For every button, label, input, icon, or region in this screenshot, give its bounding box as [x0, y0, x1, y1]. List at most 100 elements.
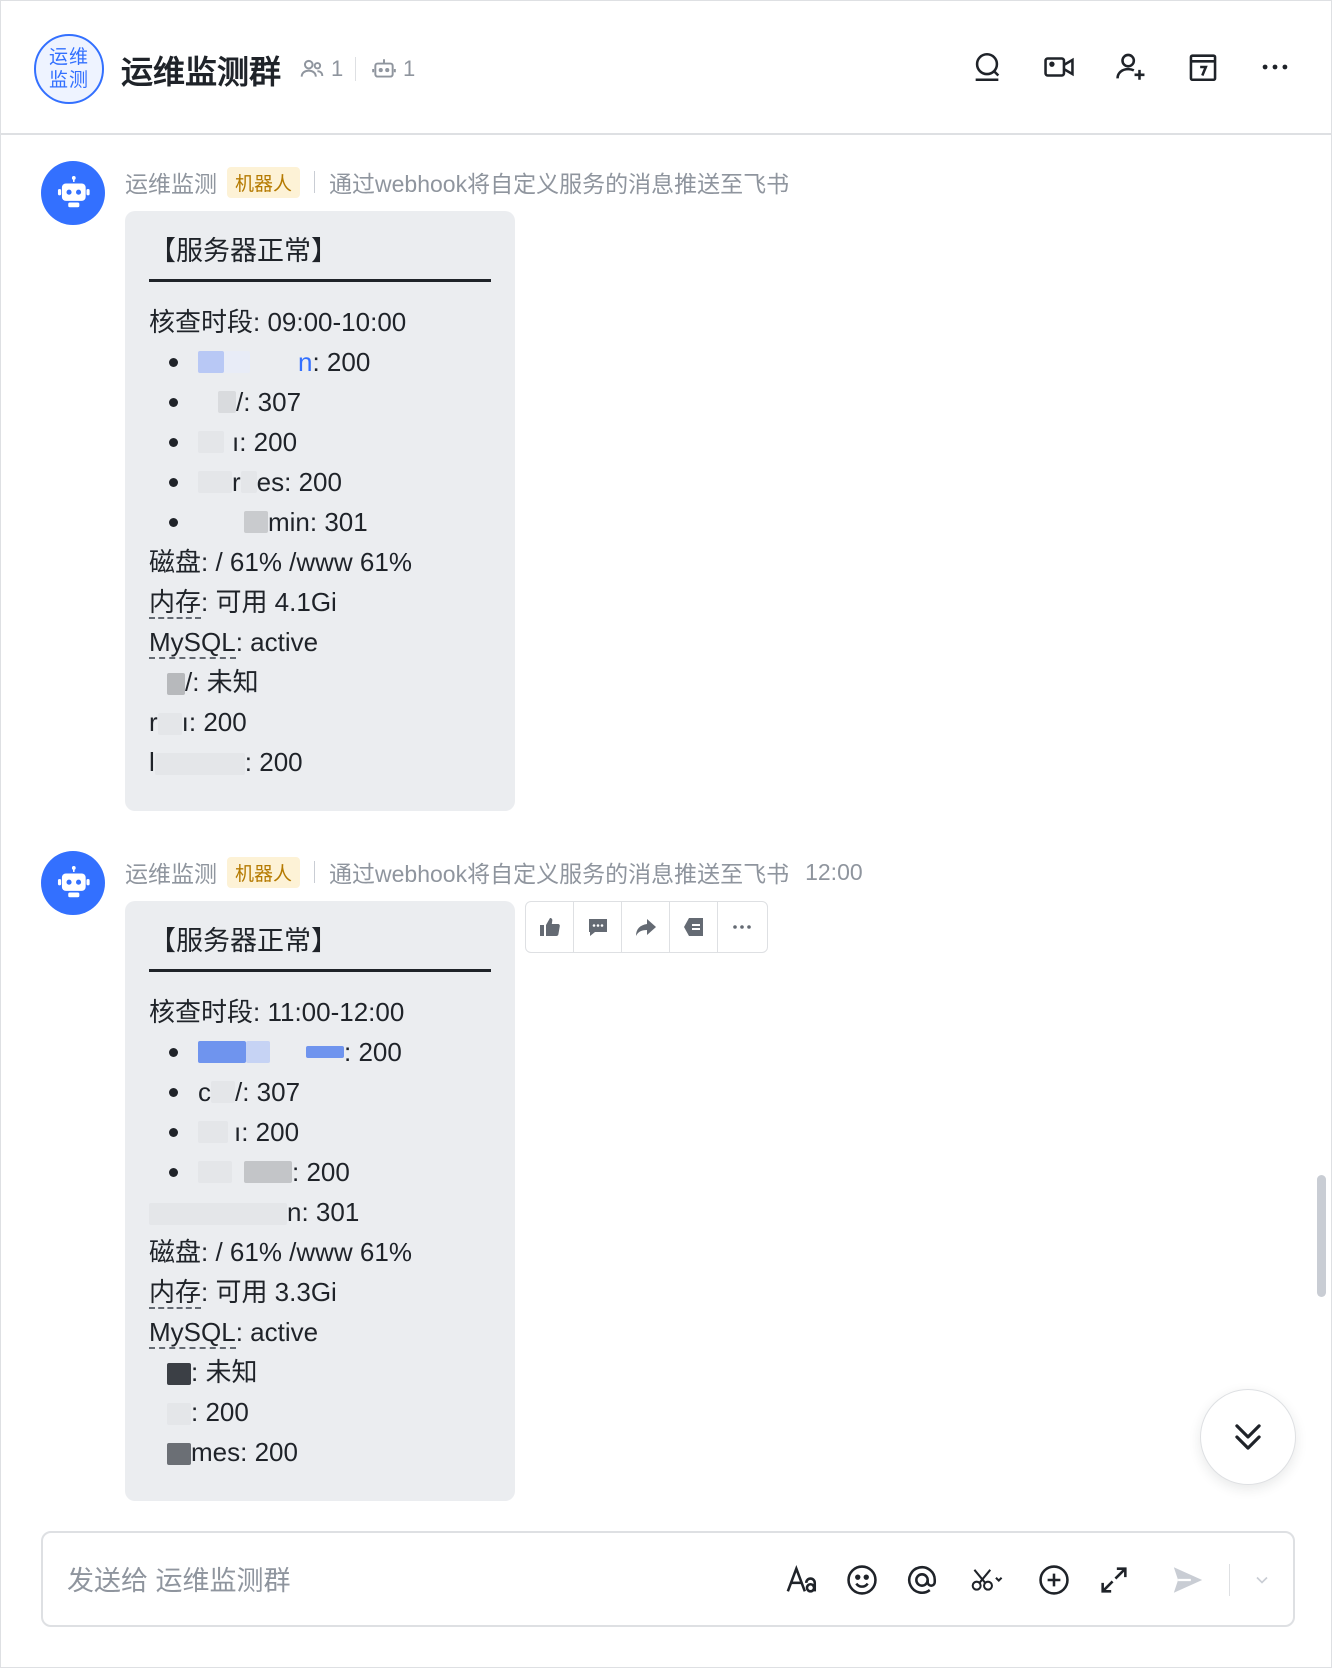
redacted-mask [157, 713, 182, 736]
add-attachment-button[interactable] [1035, 1555, 1073, 1605]
mysql-value: : active [235, 1317, 319, 1347]
send-icon [1173, 1567, 1203, 1593]
at-icon [907, 1565, 937, 1594]
bullet [169, 517, 178, 527]
bullet [169, 1127, 178, 1137]
stat-divider [355, 57, 356, 81]
calendar-button[interactable] [1183, 47, 1223, 87]
item-text: /: 307 [235, 1077, 301, 1107]
bot-icon [372, 59, 396, 78]
extra-text: : 200 [191, 1397, 249, 1427]
check-period: 核查时段: 09:00-10:00 [149, 307, 407, 337]
expand-editor-button[interactable] [1095, 1555, 1133, 1605]
message-bubble[interactable]: 【服务器正常】 核查时段: 11:00-12:00 : 200 c /: 307… [125, 901, 515, 1501]
mysql-label[interactable]: MySQL [149, 1317, 236, 1349]
extra-line: : 200 [149, 1392, 491, 1432]
text-format-button[interactable] [783, 1555, 821, 1605]
member-count-value: 1 [331, 56, 344, 81]
redacted-mask [149, 1203, 287, 1226]
video-call-button[interactable] [1039, 47, 1079, 87]
list-item: /: 307 [149, 382, 491, 422]
redacted-mask [198, 471, 232, 493]
message-bubble[interactable]: 【服务器正常】 核查时段: 09:00-10:00 n: 200 /: 307 … [125, 211, 515, 811]
redacted-mask [211, 1081, 235, 1103]
search-chat-button[interactable] [967, 47, 1007, 87]
sender-name[interactable]: 运维监测 [125, 855, 217, 889]
reply-button[interactable] [574, 902, 622, 952]
plus-circle-icon [1039, 1565, 1069, 1595]
comment-icon [588, 919, 607, 936]
like-button[interactable] [526, 902, 574, 952]
memory-value: : 可用 3.3Gi [201, 1277, 337, 1307]
redacted-mask [198, 431, 224, 453]
screenshot-button[interactable] [963, 1555, 1013, 1605]
list-item: min: 301 [149, 502, 491, 542]
bot-avatar[interactable] [41, 851, 105, 915]
header-actions [967, 47, 1295, 87]
message-time: 12:00 [805, 858, 863, 885]
extra-line: n: 301 [149, 1192, 491, 1232]
search-icon [975, 52, 1000, 82]
send-options-button[interactable] [1252, 1555, 1272, 1605]
item-text: ı: 200 [234, 1117, 300, 1147]
bullet [169, 1087, 178, 1097]
item-text: c [198, 1077, 211, 1107]
calendar-icon [1189, 54, 1217, 82]
send-button[interactable] [1169, 1555, 1207, 1605]
sender-name[interactable]: 运维监测 [125, 165, 217, 199]
mysql-label[interactable]: MySQL [149, 627, 236, 659]
bullet [169, 397, 178, 407]
thumbs-up-icon [539, 918, 560, 936]
members-icon [300, 59, 324, 77]
redacted-mask [198, 1161, 232, 1183]
memory-label[interactable]: 内存 [149, 1277, 202, 1309]
quote-button[interactable] [670, 902, 718, 952]
list-item: : 200 [149, 1032, 491, 1072]
scrollbar-thumb[interactable] [1317, 1175, 1326, 1297]
video-icon [1044, 57, 1074, 77]
list-item: n: 200 [149, 342, 491, 382]
redacted-mask [240, 471, 257, 493]
redacted-mask [167, 1443, 191, 1466]
memory-value: : 可用 4.1Gi [201, 587, 337, 617]
item-text: /: 307 [236, 387, 302, 417]
list-item: ı: 200 [149, 422, 491, 462]
member-count[interactable]: 1 [299, 55, 343, 83]
message-input[interactable] [67, 1561, 727, 1601]
scroll-to-bottom-button[interactable] [1200, 1389, 1296, 1485]
message-action-bar [525, 901, 768, 953]
memory-label[interactable]: 内存 [149, 587, 202, 619]
item-text: min: 301 [268, 507, 368, 537]
redacted-mask [167, 673, 185, 696]
chat-header: 运维监测 运维监测群 1 1 [1, 1, 1331, 135]
extra-text: : 200 [244, 747, 303, 777]
extra-text: l [149, 747, 155, 777]
bot-avatar[interactable] [41, 161, 105, 225]
redacted-mask [198, 1121, 228, 1143]
mysql-status: MySQL: active [149, 622, 491, 662]
item-text: es: 200 [256, 467, 342, 497]
group-title[interactable]: 运维监测群 [121, 47, 281, 93]
forward-button[interactable] [622, 902, 670, 952]
bot-count[interactable]: 1 [371, 55, 415, 83]
extra-text: n: 301 [287, 1197, 360, 1227]
extra-text: /: 未知 [185, 667, 259, 697]
bot-description: 通过webhook将自定义服务的消息推送至飞书 [329, 861, 790, 887]
disk-usage: 磁盘: / 61% /www 61% [149, 1237, 412, 1267]
more-icon [733, 925, 751, 929]
memory-usage: 内存: 可用 4.1Gi [149, 582, 491, 622]
memory-usage: 内存: 可用 3.3Gi [149, 1272, 491, 1312]
more-actions-button[interactable] [718, 902, 766, 952]
service-link[interactable]: n [298, 342, 312, 382]
item-text: : 200 [292, 1157, 350, 1187]
mention-button[interactable] [903, 1555, 941, 1605]
group-avatar[interactable]: 运维监测 [34, 34, 104, 104]
message-meta: 运维监测 机器人 通过webhook将自定义服务的消息推送至飞书 [125, 166, 789, 198]
add-member-button[interactable] [1111, 47, 1151, 87]
redacted-mask [167, 1363, 191, 1386]
message-title: 【服务器正常】 [149, 926, 338, 956]
emoji-button[interactable] [843, 1555, 881, 1605]
item-text: ı: 200 [232, 427, 298, 457]
item-status: : 200 [312, 347, 371, 377]
more-button[interactable] [1255, 47, 1295, 87]
